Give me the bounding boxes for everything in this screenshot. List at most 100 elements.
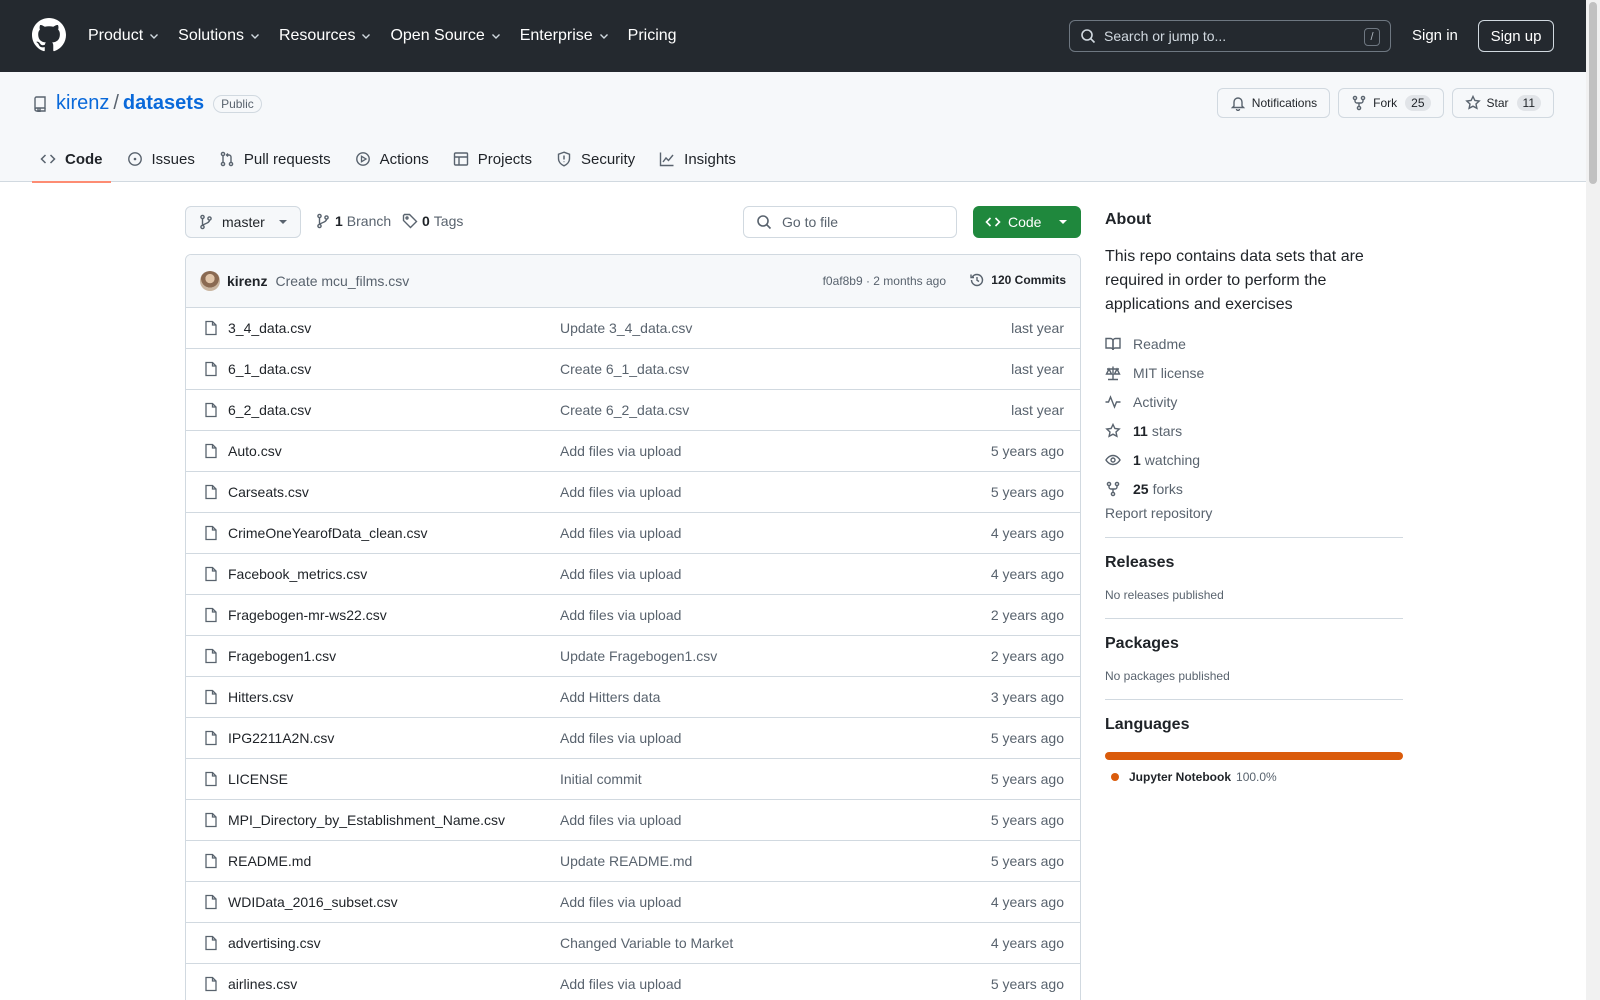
nav-item-label: Product [88,27,144,44]
file-name-link[interactable]: CrimeOneYearofData_clean.csv [228,525,427,541]
file-commit-date: 5 years ago [990,853,1064,869]
readme-label: Readme [1133,335,1186,352]
fork-button[interactable]: Fork 25 [1338,88,1444,118]
file-name-link[interactable]: Hitters.csv [228,689,293,705]
file-icon [205,771,217,787]
file-commit-message-link[interactable]: Add files via upload [560,894,681,910]
file-name-link[interactable]: 3_4_data.csv [228,320,311,336]
table-row: advertising.csv Changed Variable to Marke… [186,923,1080,964]
file-commit-message-link[interactable]: Add files via upload [560,976,681,992]
sign-in-link[interactable]: Sign in [1412,27,1458,44]
nav-item-product[interactable]: Product [88,27,160,45]
file-list: kirenz Create mcu_films.csv f0af8b9 · 2 … [185,254,1081,1000]
tab-projects[interactable]: Projects [445,136,540,182]
watchers-link[interactable]: 1 watching [1105,445,1403,474]
file-commit-message-link[interactable]: Changed Variable to Market [560,935,733,951]
language-color-dot [1111,773,1119,781]
nav-item-resources[interactable]: Resources [279,27,372,45]
tab-label: Insights [684,150,736,168]
file-name-link[interactable]: advertising.csv [228,935,321,951]
file-commit-message-link[interactable]: Add Hitters data [560,689,660,705]
file-commit-message-link[interactable]: Initial commit [560,771,642,787]
file-commit-message-link[interactable]: Add files via upload [560,566,681,582]
nav-item-pricing[interactable]: Pricing [628,27,677,45]
notifications-button[interactable]: Notifications [1216,88,1331,118]
stars-link[interactable]: 11 stars [1105,416,1403,445]
file-name-link[interactable]: MPI_Directory_by_Establishment_Name.csv [228,812,505,828]
file-commit-message-link[interactable]: Add files via upload [560,443,681,459]
nav-item-open-source[interactable]: Open Source [390,27,501,45]
github-logo-icon[interactable] [32,18,66,52]
activity-link[interactable]: Activity [1105,387,1403,416]
file-name-link[interactable]: airlines.csv [228,976,297,992]
latest-commit-bar: kirenz Create mcu_films.csv f0af8b9 · 2 … [186,255,1080,308]
star-count: 11 [1516,95,1541,111]
file-name-link[interactable]: Fragebogen1.csv [228,648,336,664]
packages-heading[interactable]: Packages [1105,635,1403,653]
search-placeholder: Search or jump to... [1104,28,1227,44]
file-commit-message-link[interactable]: Create 6_1_data.csv [560,361,689,377]
tab-actions[interactable]: Actions [347,136,437,182]
file-name-link[interactable]: WDIData_2016_subset.csv [228,894,398,910]
tab-issues[interactable]: Issues [119,136,203,182]
tags-link[interactable]: 0 Tags [402,213,463,229]
repo-description: This repo contains data sets that are re… [1105,248,1364,313]
tab-code[interactable]: Code [32,136,111,183]
commit-author-link[interactable]: kirenz [227,273,267,289]
tab-pull-requests[interactable]: Pull requests [211,136,339,182]
tab-insights[interactable]: Insights [651,136,744,182]
nav-item-label: Pricing [627,27,677,44]
repo-name-link[interactable]: datasets [123,92,204,115]
page-scrollbar[interactable] [1586,0,1600,1000]
file-name-link[interactable]: Carseats.csv [228,484,309,500]
code-dropdown-button[interactable]: Code [973,206,1081,238]
star-button[interactable]: Star 11 [1451,88,1554,118]
readme-link[interactable]: Readme [1105,329,1403,358]
branches-link[interactable]: 1 Branch [315,213,391,229]
report-repository-link[interactable]: Report repository [1105,505,1403,538]
file-name-link[interactable]: README.md [228,853,311,869]
star-icon [1105,422,1121,438]
branch-selector[interactable]: master [185,206,301,238]
table-row: 6_2_data.csv Create 6_2_data.csv last year [186,390,1080,431]
file-commit-message-link[interactable]: Update 3_4_data.csv [560,320,692,336]
sign-up-button[interactable]: Sign up [1478,20,1554,52]
commits-history-link[interactable]: 120 Commits [969,272,1066,288]
file-commit-message-link[interactable]: Add files via upload [560,607,681,623]
file-commit-message-link[interactable]: Add files via upload [560,730,681,746]
file-name-link[interactable]: Fragebogen-mr-ws22.csv [228,607,387,623]
file-icon [205,812,217,828]
file-name-link[interactable]: Auto.csv [228,443,282,459]
file-name-link[interactable]: Facebook_metrics.csv [228,566,367,582]
scrollbar-thumb[interactable] [1589,2,1597,184]
file-commit-message-link[interactable]: Add files via upload [560,525,681,541]
avatar[interactable] [200,271,220,291]
history-icon [970,273,984,287]
repo-owner-link[interactable]: kirenz [56,92,109,115]
commit-sha-time[interactable]: f0af8b9 · 2 months ago [823,274,946,288]
file-commit-message-link[interactable]: Add files via upload [560,812,681,828]
file-name-link[interactable]: 6_2_data.csv [228,402,311,418]
file-rows: 3_4_data.csv Update 3_4_data.csv last year… [186,308,1080,1000]
go-to-file-input[interactable]: Go to file [743,206,957,238]
nav-item-enterprise[interactable]: Enterprise [520,27,610,45]
file-name-link[interactable]: 6_1_data.csv [228,361,311,377]
file-commit-date: 4 years ago [990,894,1064,910]
file-icon [205,320,217,336]
table-row: MPI_Directory_by_Establishment_Name.csv A… [186,800,1080,841]
file-commit-message-link[interactable]: Create 6_2_data.csv [560,402,689,418]
commit-message-link[interactable]: Create mcu_films.csv [275,273,409,289]
releases-heading[interactable]: Releases [1105,554,1403,572]
tab-security[interactable]: Security [548,136,643,182]
global-search-input[interactable]: Search or jump to... / [1069,20,1391,52]
language-item[interactable]: Jupyter Notebook 100.0% [1105,770,1403,784]
nav-item-solutions[interactable]: Solutions [178,27,261,45]
license-link[interactable]: MIT license [1105,358,1403,387]
file-commit-message-link[interactable]: Update README.md [560,853,692,869]
file-commit-message-link[interactable]: Update Fragebogen1.csv [560,648,717,664]
file-commit-message-link[interactable]: Add files via upload [560,484,681,500]
file-name-link[interactable]: LICENSE [228,771,288,787]
file-icon [205,976,217,992]
file-name-link[interactable]: IPG2211A2N.csv [228,730,334,746]
forks-link[interactable]: 25 forks [1105,474,1403,503]
